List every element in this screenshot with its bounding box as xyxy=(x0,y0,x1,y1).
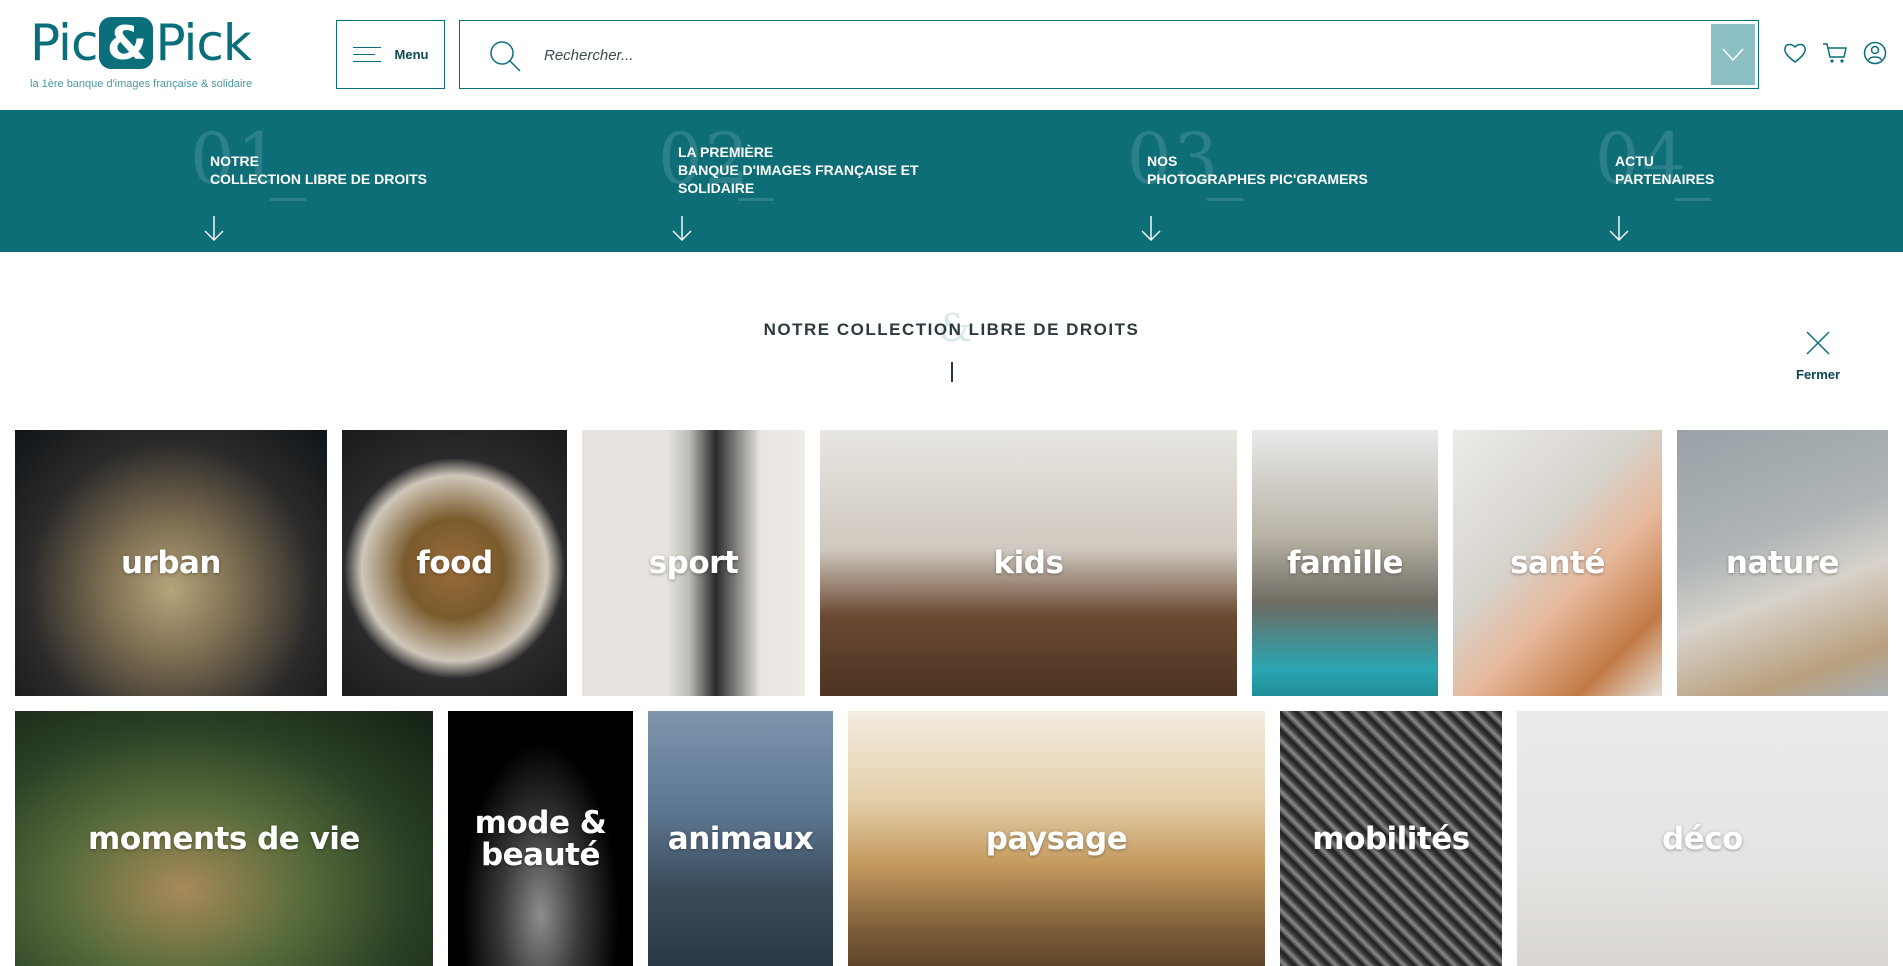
nav-item-photographers[interactable]: 03 NOS PHOTOGRAPHES PIC'GRAMERS xyxy=(1127,110,1487,252)
logo-wordmark: Pic & Pick xyxy=(30,14,280,72)
chevron-down-icon xyxy=(1722,47,1744,61)
menu-button[interactable]: Menu xyxy=(336,20,445,89)
category-label: santé xyxy=(1510,545,1605,581)
burger-icon xyxy=(352,46,381,63)
search-input[interactable] xyxy=(544,41,1644,69)
close-label: Fermer xyxy=(1796,367,1841,382)
nav-item-label: ACTU PARTENAIRES xyxy=(1615,153,1715,187)
category-label: déco xyxy=(1662,820,1743,857)
close-icon xyxy=(1806,331,1830,355)
category-tile-food[interactable]: food xyxy=(342,430,567,696)
logo[interactable]: Pic & Pick la 1ère banque d'images franç… xyxy=(30,14,280,94)
section-nav: 01 NOTRE COLLECTION LIBRE DE DROITS 02 L… xyxy=(0,110,1903,252)
category-label: famille xyxy=(1286,545,1404,581)
category-label: mode & beauté xyxy=(474,804,607,873)
arrow-down-icon xyxy=(672,216,692,241)
category-tile-deco[interactable]: déco xyxy=(1517,711,1888,966)
nav-item-label: NOS PHOTOGRAPHES PIC'GRAMERS xyxy=(1147,153,1368,187)
nav-number-dash xyxy=(1207,198,1243,201)
site-header: Pic & Pick la 1ère banque d'images franç… xyxy=(0,0,1903,110)
nav-item-about[interactable]: 02 LA PREMIÈRE BANQUE D'IMAGES FRANÇAISE… xyxy=(658,110,1018,252)
category-label: food xyxy=(416,545,493,581)
arrow-down-icon xyxy=(1609,216,1629,241)
category-tile-animaux[interactable]: animaux xyxy=(648,711,833,966)
cart-icon xyxy=(1823,43,1847,63)
category-label: kids xyxy=(993,545,1064,581)
category-label: sport xyxy=(648,545,739,581)
menu-label: Menu xyxy=(394,47,429,62)
nav-item-collection[interactable]: 01 NOTRE COLLECTION LIBRE DE DROITS xyxy=(190,110,550,252)
category-tile-sport[interactable]: sport xyxy=(582,430,805,696)
search-icon[interactable] xyxy=(488,39,522,73)
nav-item-news[interactable]: 04 ACTU PARTENAIRES xyxy=(1595,110,1895,252)
nav-number-dash xyxy=(738,198,774,201)
category-tile-paysage[interactable]: paysage xyxy=(848,711,1265,966)
category-label: nature xyxy=(1725,545,1840,581)
nav-number-dash xyxy=(1675,198,1711,201)
category-label: mobilités xyxy=(1312,820,1470,857)
category-tile-sante[interactable]: santé xyxy=(1453,430,1662,696)
search-bar xyxy=(459,20,1759,89)
category-label: animaux xyxy=(667,820,814,857)
nav-number-dash xyxy=(270,198,306,201)
category-tile-urban[interactable]: urban xyxy=(15,430,327,696)
logo-tagline: la 1ère banque d'images française & soli… xyxy=(30,78,253,90)
heart-icon xyxy=(1784,43,1806,63)
category-tile-mode-beaute[interactable]: mode & beauté xyxy=(448,711,633,966)
search-dropdown-button[interactable] xyxy=(1711,24,1755,85)
category-tile-mobilites[interactable]: mobilités xyxy=(1280,711,1502,966)
category-label: moments de vie xyxy=(88,820,360,857)
section-title: NOTRE COLLECTION LIBRE DE DROITS xyxy=(763,320,1140,339)
logo-ampersand: & xyxy=(99,16,154,70)
logo-text-pick: Pick xyxy=(155,14,251,72)
arrow-down-icon xyxy=(1141,216,1161,241)
section-divider xyxy=(951,362,953,382)
category-tile-nature[interactable]: nature xyxy=(1677,430,1888,696)
nav-item-label: LA PREMIÈRE BANQUE D'IMAGES FRANÇAISE ET… xyxy=(678,144,919,196)
category-tile-kids[interactable]: kids xyxy=(820,430,1237,696)
close-button[interactable]: Fermer xyxy=(1796,330,1840,382)
cart-button[interactable] xyxy=(1822,40,1848,66)
category-label: paysage xyxy=(985,820,1128,857)
logo-text-pic: Pic xyxy=(30,14,98,72)
wishlist-button[interactable] xyxy=(1782,40,1808,66)
header-actions xyxy=(1782,40,1888,66)
user-icon xyxy=(1863,41,1887,65)
category-tile-famille[interactable]: famille xyxy=(1252,430,1438,696)
account-button[interactable] xyxy=(1862,40,1888,66)
arrow-down-icon xyxy=(204,216,224,241)
category-tile-moments-de-vie[interactable]: moments de vie xyxy=(15,711,433,966)
nav-item-label: NOTRE COLLECTION LIBRE DE DROITS xyxy=(210,153,427,187)
category-label: urban xyxy=(120,545,222,581)
